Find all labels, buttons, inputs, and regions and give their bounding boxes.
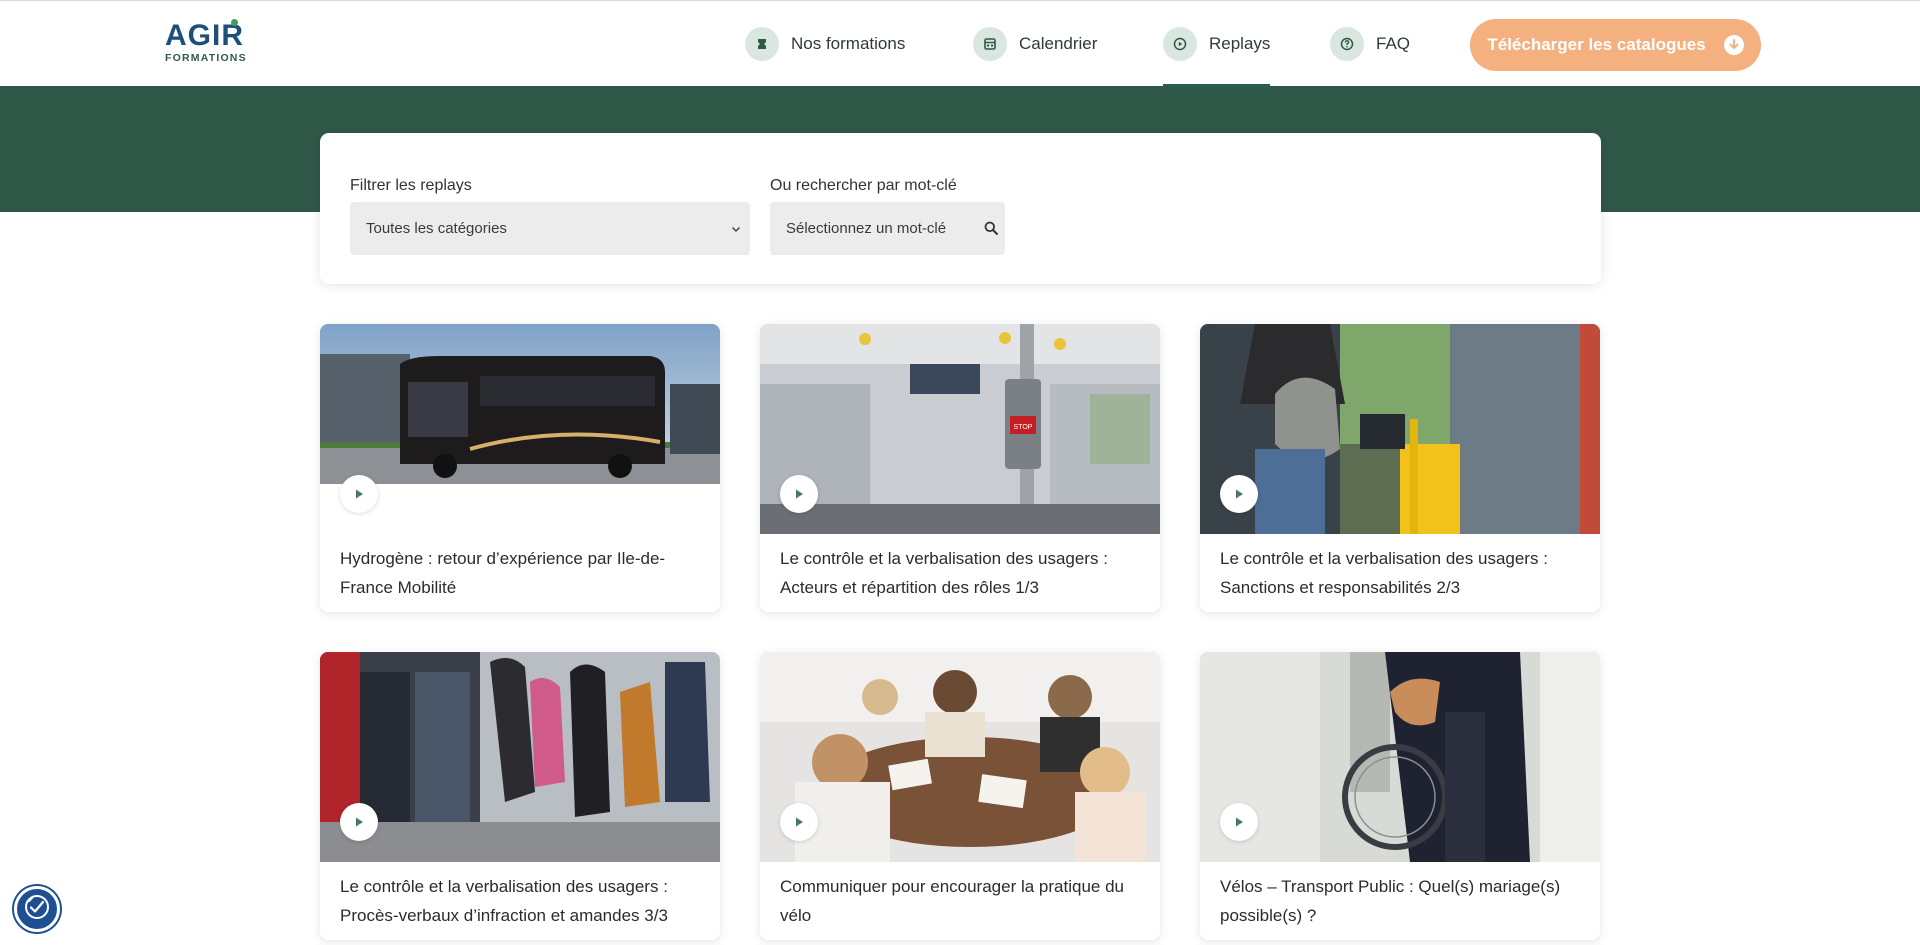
search-icon[interactable] [983,220,999,236]
meeting-photo [760,652,1160,862]
download-icon [1723,35,1744,55]
play-button[interactable] [780,475,818,513]
nav-item-calendrier[interactable]: Calendrier [973,25,1097,63]
graduation-icon [745,27,779,61]
replay-card[interactable]: Vélos – Transport Public : Quel(s) maria… [1200,652,1600,940]
replay-title: Vélos – Transport Public : Quel(s) maria… [1220,877,1561,925]
active-nav-indicator [1163,84,1270,87]
bus-photo [320,324,720,484]
replay-card[interactable]: Communiquer pour encourager la pratique … [760,652,1160,940]
crowd-boarding-photo [320,652,720,862]
nav-label: FAQ [1376,34,1411,53]
site-header: AGIR FORMATIONS Nos formations Calendrie… [0,0,1920,87]
calendar-icon [973,27,1007,61]
svg-text:STOP: STOP [1014,424,1033,431]
category-filter-label: Filtrer les replays [350,177,472,194]
accessibility-widget-button[interactable] [14,886,60,932]
passenger-boarding-photo [1200,324,1600,534]
keyword-filter-label: Ou rechercher par mot-clé [770,177,957,194]
replay-card[interactable]: Le contrôle et la verbalisation des usag… [320,652,720,940]
replay-title: Le contrôle et la verbalisation des usag… [780,549,1108,597]
replay-title: Le contrôle et la verbalisation des usag… [1220,549,1548,597]
replay-card[interactable]: STOP Le contrôle et la verbalisation des… [760,324,1160,612]
cta-label: Télécharger les catalogues [1487,35,1706,54]
question-icon [1330,27,1364,61]
bike-in-train-photo [1200,652,1600,862]
play-button[interactable] [780,803,818,841]
chevron-down-icon [730,222,742,234]
nav-label: Replays [1209,34,1271,53]
agir-logo[interactable]: AGIR FORMATIONS [165,19,265,69]
play-button[interactable] [340,475,378,513]
play-button[interactable] [340,803,378,841]
download-catalogues-button[interactable]: Télécharger les catalogues [1470,19,1761,71]
nav-item-replays[interactable]: Replays [1163,25,1270,63]
logo-dot [231,19,238,26]
replay-title: Communiquer pour encourager la pratique … [780,877,1124,925]
play-circle-icon [1163,27,1197,61]
nav-item-formations[interactable]: Nos formations [745,25,905,63]
logo-main-text: AGIR [165,19,244,52]
category-select[interactable]: Toutes les catégories [350,202,750,255]
replay-card[interactable]: Hydrogène : retour d’expérience par Ile-… [320,324,720,612]
nav-label: Nos formations [791,34,906,53]
accessibility-icon [23,893,51,926]
keyword-search-placeholder: Sélectionnez un mot-clé [786,220,947,237]
nav-item-faq[interactable]: FAQ [1330,25,1410,63]
replay-card[interactable]: Le contrôle et la verbalisation des usag… [1200,324,1600,612]
play-button[interactable] [1220,803,1258,841]
bus-interior-photo: STOP [760,324,1160,534]
play-button[interactable] [1220,475,1258,513]
replay-title: Hydrogène : retour d’expérience par Ile-… [340,549,666,597]
filter-panel: Filtrer les replays Toutes les catégorie… [320,133,1601,284]
category-select-value: Toutes les catégories [366,220,507,237]
keyword-search-input[interactable]: Sélectionnez un mot-clé [770,202,1005,255]
logo-sub-text: FORMATIONS [165,52,247,64]
nav-label: Calendrier [1019,34,1098,53]
replay-title: Le contrôle et la verbalisation des usag… [340,877,668,925]
